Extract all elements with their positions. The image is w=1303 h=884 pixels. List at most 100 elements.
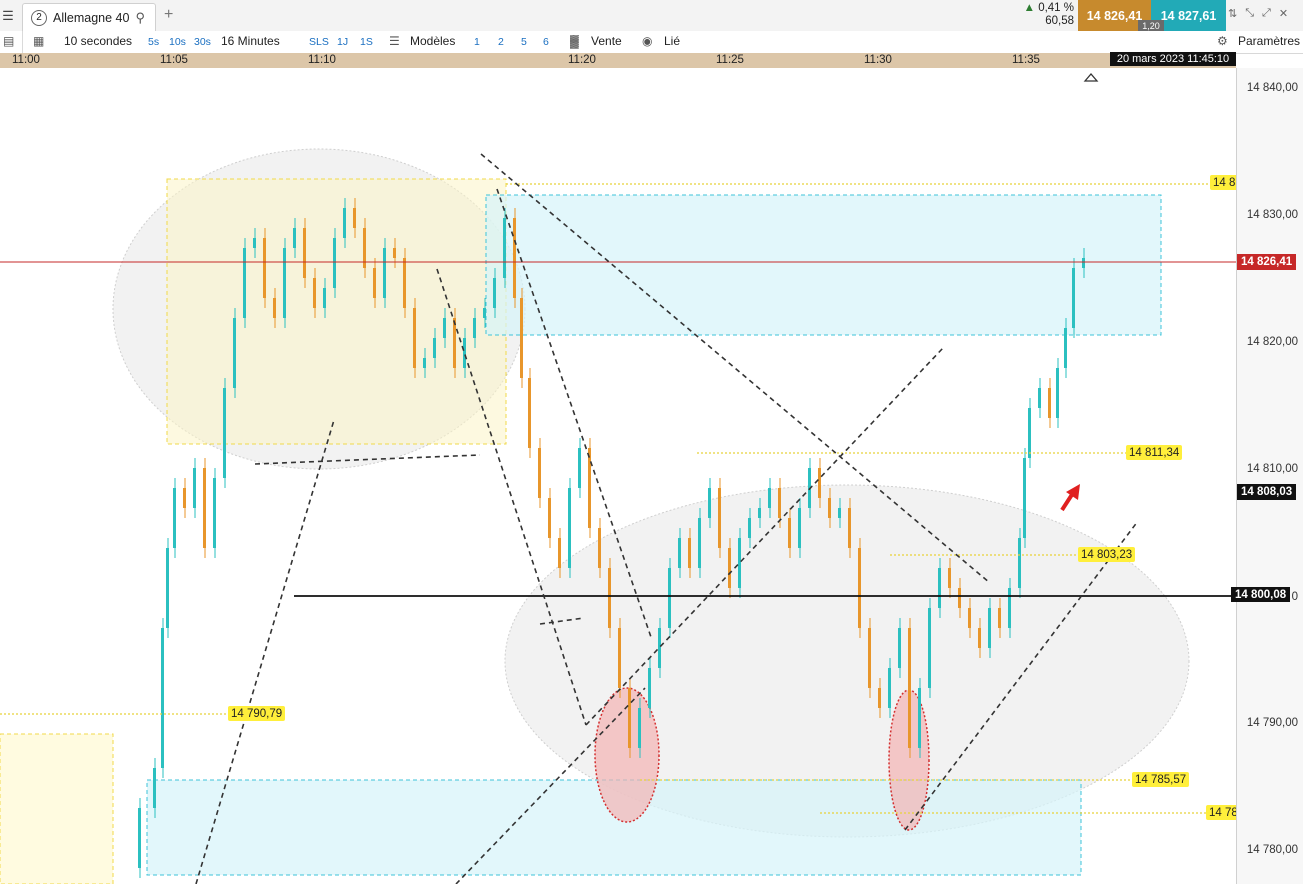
price-chart[interactable]: [0, 68, 1236, 884]
price-axis[interactable]: 14 840,00 14 830,00 14 820,00 14 810,00 …: [1236, 68, 1303, 884]
candle-body: [473, 318, 476, 338]
candle-body: [798, 508, 801, 548]
candle-body: [628, 688, 631, 748]
candle-body: [1018, 538, 1021, 588]
candle-body: [598, 528, 601, 568]
duration-sls[interactable]: SLS: [309, 36, 329, 48]
candle-body: [153, 768, 156, 808]
level-label[interactable]: 14 803,23: [1078, 547, 1136, 562]
candle-body: [888, 668, 891, 708]
candle-body: [548, 498, 551, 538]
candle-body: [1028, 408, 1031, 458]
candle-body: [1072, 268, 1075, 328]
model-2[interactable]: 2: [498, 36, 504, 48]
price-tick: 14 820,00: [1246, 336, 1298, 348]
candle-body: [528, 378, 531, 448]
candle-body: [648, 668, 651, 708]
interval-5s[interactable]: 5s: [148, 36, 159, 48]
candle-body: [768, 488, 771, 508]
level-label[interactable]: 14 790,79: [228, 706, 286, 721]
candle-body: [688, 538, 691, 568]
sell-button[interactable]: Vente: [591, 34, 622, 48]
candle-body: [978, 628, 981, 648]
candle-body: [898, 628, 901, 668]
spread-badge: 1,20: [1138, 20, 1164, 31]
close-icon[interactable]: ✕: [1279, 7, 1288, 20]
linked-button[interactable]: Lié: [664, 34, 680, 48]
candle-body: [333, 238, 336, 288]
shrink-icon[interactable]: ⤡: [1245, 7, 1254, 20]
layout-grid-icon[interactable]: ▦: [33, 34, 44, 48]
models-button[interactable]: Modèles: [410, 34, 455, 48]
candle-body: [161, 628, 164, 768]
model-1[interactable]: 1: [474, 36, 480, 48]
candle-body: [988, 608, 991, 648]
candle-body: [758, 508, 761, 518]
eye-icon[interactable]: ◉: [642, 34, 652, 48]
candle-body: [166, 548, 169, 628]
tab-bar: ☰ 2 Allemagne 40 ⚲ + ▲ 0,41 % 60,58 14 8…: [0, 0, 1303, 32]
expand-icon[interactable]: ⤢: [1262, 7, 1271, 20]
candle-body: [828, 498, 831, 518]
cursor-date: 20 mars 2023 11:45:10: [1110, 52, 1236, 66]
change-points: 60,58: [1045, 15, 1074, 27]
list-icon[interactable]: ▤: [3, 34, 14, 48]
candle-body: [443, 318, 446, 338]
home-arrow-icon[interactable]: [1083, 73, 1099, 82]
candle-body: [203, 468, 206, 548]
time-label: 11:20: [568, 54, 596, 66]
candle-body: [868, 628, 871, 688]
candle-body: [373, 268, 376, 298]
candle-body: [463, 338, 466, 368]
candle-body: [1038, 388, 1041, 408]
level-label[interactable]: 14 785,57: [1132, 772, 1190, 787]
instrument-tab[interactable]: 2 Allemagne 40 ⚲: [22, 3, 156, 31]
time-label: 11:05: [160, 54, 188, 66]
menu-icon[interactable]: ☰: [0, 0, 16, 31]
candle-body: [678, 538, 681, 568]
settings-button[interactable]: Paramètres: [1238, 34, 1300, 48]
price-tick: 14 790,00: [1246, 717, 1298, 729]
candle-body: [403, 258, 406, 308]
tab-number: 2: [31, 9, 47, 26]
candle-body: [838, 508, 841, 518]
duration-1s[interactable]: 1S: [360, 36, 373, 48]
bars-icon[interactable]: ▓: [570, 34, 579, 48]
candle-body: [1064, 328, 1067, 368]
candle-body: [738, 538, 741, 588]
interval-select[interactable]: 10 secondes: [64, 34, 132, 48]
sort-icon[interactable]: ⇅: [1228, 7, 1237, 20]
candle-body: [283, 248, 286, 318]
price-tick: 14 810,00: [1246, 463, 1298, 475]
candle-body: [243, 248, 246, 318]
candle-body: [233, 318, 236, 388]
candle-body: [908, 628, 911, 748]
tab-title: Allemagne 40: [53, 10, 130, 25]
price-tick: 14 780,00: [1246, 844, 1298, 856]
candle-body: [1082, 258, 1085, 268]
sliders-icon[interactable]: ☰: [389, 34, 400, 48]
duration-1j[interactable]: 1J: [337, 36, 348, 48]
search-icon[interactable]: ⚲: [135, 10, 145, 26]
interval-10s[interactable]: 10s: [169, 36, 186, 48]
price-tick: 14 830,00: [1246, 209, 1298, 221]
candle-body: [273, 298, 276, 318]
time-axis: 11:00 11:05 11:10 11:20 11:25 11:30 11:3…: [0, 53, 1236, 68]
add-tab-icon[interactable]: +: [164, 6, 173, 24]
level-label[interactable]: 14 811,34: [1126, 445, 1183, 460]
duration-select[interactable]: 16 Minutes: [221, 34, 280, 48]
candle-body: [618, 628, 621, 688]
candle-body: [183, 488, 186, 508]
candle-body: [668, 568, 671, 628]
time-label: 11:30: [864, 54, 892, 66]
model-5[interactable]: 5: [521, 36, 527, 48]
candle-body: [493, 278, 496, 308]
up-arrow-icon: ▲: [1023, 2, 1035, 14]
candle-body: [728, 548, 731, 588]
candle-body: [938, 568, 941, 608]
model-6[interactable]: 6: [543, 36, 549, 48]
gear-icon[interactable]: ⚙: [1217, 34, 1228, 48]
interval-30s[interactable]: 30s: [194, 36, 211, 48]
candle-body: [708, 488, 711, 518]
candle-body: [483, 308, 486, 318]
